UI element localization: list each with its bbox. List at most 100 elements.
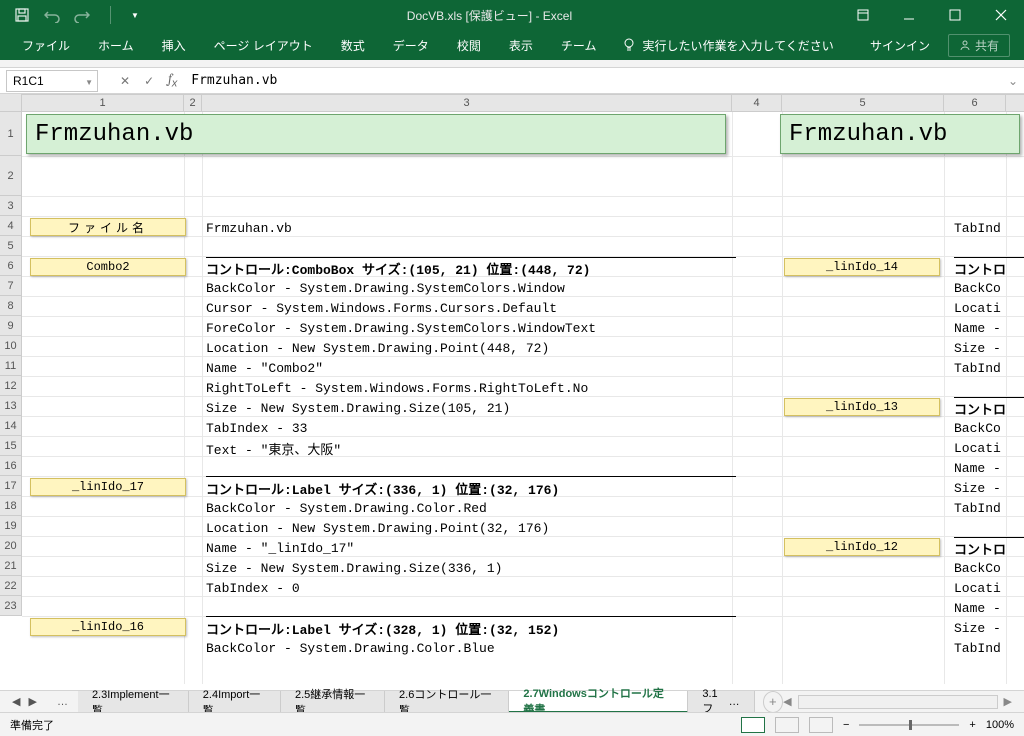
spreadsheet-grid[interactable]: 123456 123456789101112131415161718192021… xyxy=(0,94,1024,684)
row-header[interactable]: 11 xyxy=(0,356,22,376)
cell-c23-header[interactable]: コントロール:Label サイズ:(328, 1) 位置:(32, 152) xyxy=(206,618,559,638)
cell-c24[interactable]: BackColor - System.Drawing.Color.Blue xyxy=(206,638,495,658)
label-lin13[interactable]: _linIdo_13 xyxy=(784,398,940,416)
title-cell-1[interactable]: Frmzuhan.vb xyxy=(26,114,726,154)
name-box[interactable]: R1C1 ▼ xyxy=(6,70,98,92)
row-header[interactable]: 22 xyxy=(0,576,22,596)
tab-team[interactable]: チーム xyxy=(547,30,611,60)
col-header[interactable]: 6 xyxy=(944,95,1006,111)
title-cell-2[interactable]: Frmzuhan.vb xyxy=(780,114,1020,154)
fx-icon[interactable]: fx xyxy=(168,72,177,90)
minimize-icon[interactable] xyxy=(886,0,932,30)
row-headers[interactable]: 1234567891011121314151617181920212223 xyxy=(0,112,22,616)
cell-c5-header[interactable]: コントロール:ComboBox サイズ:(105, 21) 位置:(448, 7… xyxy=(206,258,590,278)
label-lin17[interactable]: _linIdo_17 xyxy=(30,478,186,496)
row-header[interactable]: 8 xyxy=(0,296,22,316)
cell-c19[interactable]: Name - "_linIdo_17" xyxy=(206,538,354,558)
cell-c12[interactable]: Size - New System.Drawing.Size(105, 21) xyxy=(206,398,510,418)
cell-r21[interactable]: Locati xyxy=(954,578,1001,598)
label-lin16[interactable]: _linIdo_16 xyxy=(30,618,186,636)
view-pagebreak-icon[interactable] xyxy=(809,717,833,733)
scroll-right-icon[interactable]: ▶ xyxy=(1004,695,1012,708)
cell-c21[interactable]: TabIndex - 0 xyxy=(206,578,300,598)
cell-r13[interactable]: BackCo xyxy=(954,418,1001,438)
cell-c16-header[interactable]: コントロール:Label サイズ:(336, 1) 位置:(32, 176) xyxy=(206,478,559,498)
cell-c20[interactable]: Size - New System.Drawing.Size(336, 1) xyxy=(206,558,502,578)
tellme-search[interactable]: 実行したい作業を入力してください xyxy=(622,37,833,54)
cell-r8[interactable]: Name - xyxy=(954,318,1001,338)
sheet-tab-4[interactable]: 2.6コントロール一覧 xyxy=(385,691,509,713)
sheet-tab-1[interactable]: 2.3Implement一覧 xyxy=(78,691,189,713)
cell-c7[interactable]: Cursor - System.Windows.Forms.Cursors.De… xyxy=(206,298,557,318)
save-icon[interactable] xyxy=(14,7,30,23)
enter-icon[interactable]: ✓ xyxy=(144,74,154,88)
cell-c14[interactable]: Text - "東京、大阪" xyxy=(206,438,341,458)
sheet-nav-next-icon[interactable]: ▶ xyxy=(28,695,36,708)
col-header[interactable]: 4 xyxy=(732,95,782,111)
formula-input[interactable]: Frmzuhan.vb xyxy=(177,73,1008,88)
row-header[interactable]: 18 xyxy=(0,496,22,516)
cell-r17[interactable]: TabInd xyxy=(954,498,1001,518)
row-header[interactable]: 1 xyxy=(0,112,22,156)
tab-insert[interactable]: 挿入 xyxy=(148,30,200,60)
cell-c10[interactable]: Name - "Combo2" xyxy=(206,358,323,378)
cells-area[interactable]: Frmzuhan.vb Frmzuhan.vb ファイル名 Frmzuhan.v… xyxy=(22,112,1024,684)
row-header[interactable]: 23 xyxy=(0,596,22,616)
row-header[interactable]: 17 xyxy=(0,476,22,496)
col-header[interactable]: 2 xyxy=(184,95,202,111)
cell-r6[interactable]: BackCo xyxy=(954,278,1001,298)
cell-c18[interactable]: Location - New System.Drawing.Point(32, … xyxy=(206,518,549,538)
cell-r20[interactable]: BackCo xyxy=(954,558,1001,578)
close-icon[interactable] xyxy=(978,0,1024,30)
scroll-left-icon[interactable]: ◀ xyxy=(783,695,791,708)
cell-r5[interactable]: コントロ xyxy=(954,258,1006,278)
column-headers[interactable]: 123456 xyxy=(22,94,1024,112)
row-header[interactable]: 4 xyxy=(0,216,22,236)
h-scrollbar[interactable] xyxy=(798,695,998,709)
row-header[interactable]: 12 xyxy=(0,376,22,396)
tab-view[interactable]: 表示 xyxy=(495,30,547,60)
view-normal-icon[interactable] xyxy=(741,717,765,733)
sheet-tab-5[interactable]: 2.7Windowsコントロール定義書 xyxy=(509,691,688,713)
tab-file[interactable]: ファイル xyxy=(8,30,84,60)
tab-home[interactable]: ホーム xyxy=(84,30,148,60)
row-header[interactable]: 5 xyxy=(0,236,22,256)
zoom-in-icon[interactable]: + xyxy=(969,719,975,731)
sheet-tab-2[interactable]: 2.4Import一覧 xyxy=(189,691,281,713)
cell-r7[interactable]: Locati xyxy=(954,298,1001,318)
add-sheet-button[interactable]: + xyxy=(763,691,783,713)
cell-r22[interactable]: Name - xyxy=(954,598,1001,618)
row-header[interactable]: 6 xyxy=(0,256,22,276)
formula-expand-icon[interactable]: ⌄ xyxy=(1008,74,1018,88)
sheet-nav-dots[interactable]: … xyxy=(57,696,70,708)
cell-r19h[interactable]: コントロ xyxy=(954,538,1006,558)
cell-r9[interactable]: Size - xyxy=(954,338,1001,358)
col-header[interactable]: 3 xyxy=(202,95,732,111)
cell-c9[interactable]: Location - New System.Drawing.Point(448,… xyxy=(206,338,549,358)
cell-c13[interactable]: TabIndex - 33 xyxy=(206,418,307,438)
row-header[interactable]: 19 xyxy=(0,516,22,536)
cell-r14[interactable]: Locati xyxy=(954,438,1001,458)
cell-r3-tabind[interactable]: TabInd xyxy=(954,218,1001,238)
chevron-down-icon[interactable]: ▼ xyxy=(85,78,93,87)
tab-layout[interactable]: ページ レイアウト xyxy=(200,30,327,60)
cell-r10[interactable]: TabInd xyxy=(954,358,1001,378)
cancel-icon[interactable]: ✕ xyxy=(120,74,130,88)
row-header[interactable]: 3 xyxy=(0,196,22,216)
qat-dropdown-icon[interactable]: ▼ xyxy=(131,11,139,20)
select-all-corner[interactable] xyxy=(0,94,22,112)
zoom-slider[interactable] xyxy=(859,724,959,726)
row-header[interactable]: 2 xyxy=(0,156,22,196)
sheet-tab-3[interactable]: 2.5継承情報一覧 xyxy=(281,691,385,713)
maximize-icon[interactable] xyxy=(932,0,978,30)
cell-c6[interactable]: BackColor - System.Drawing.SystemColors.… xyxy=(206,278,565,298)
tab-formulas[interactable]: 数式 xyxy=(327,30,379,60)
row-header[interactable]: 7 xyxy=(0,276,22,296)
sheet-tab-6[interactable]: 3.1フ … xyxy=(688,691,754,713)
cell-r24[interactable]: TabInd xyxy=(954,638,1001,658)
view-pagelayout-icon[interactable] xyxy=(775,717,799,733)
row-header[interactable]: 9 xyxy=(0,316,22,336)
row-header[interactable]: 16 xyxy=(0,456,22,476)
row-header[interactable]: 15 xyxy=(0,436,22,456)
signin-link[interactable]: サインイン xyxy=(870,37,930,54)
